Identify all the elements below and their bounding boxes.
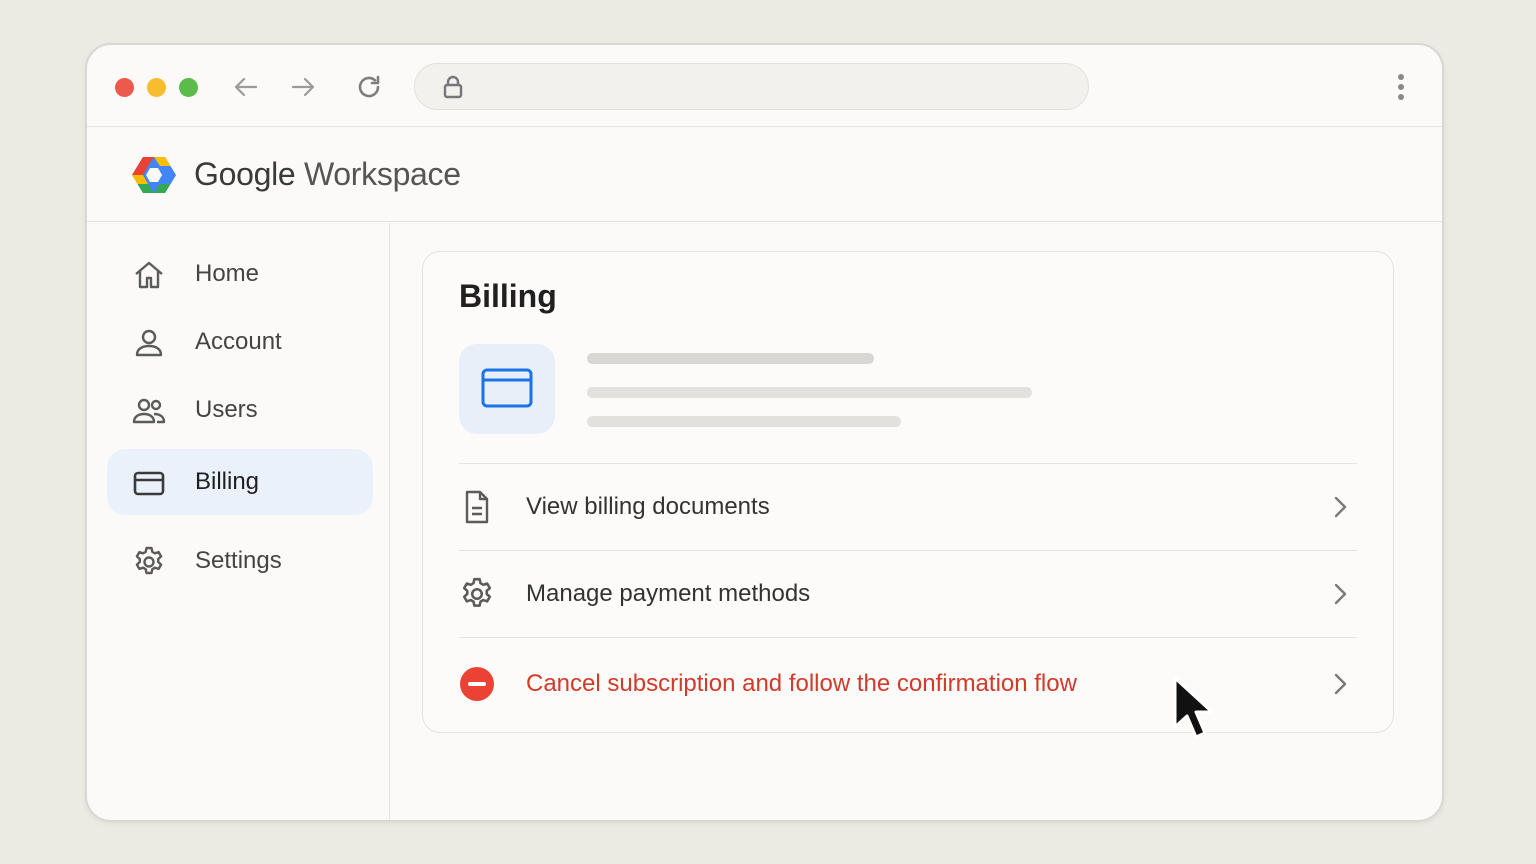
users-icon [132,394,166,428]
app-header: Google Workspace [87,128,1442,222]
row-label: View billing documents [526,493,770,520]
sidebar: Home Account Users Billing Settings [87,223,390,820]
home-icon [132,258,166,292]
skeleton-line [587,353,874,364]
skeleton-line [587,416,901,427]
chevron-right-icon [1327,671,1353,697]
sidebar-item-users[interactable]: Users [107,377,373,443]
divider [459,637,1357,638]
cancel-subscription-row[interactable]: Cancel subscription and follow the confi… [459,641,1357,727]
billing-card: Billing View billing documents Manage pa… [422,251,1394,733]
browser-toolbar [87,45,1442,127]
credit-card-icon [132,466,166,500]
sidebar-item-home[interactable]: Home [107,241,373,307]
kebab-menu-icon[interactable] [1393,71,1409,103]
brand-secondary: Workspace [303,156,461,192]
reload-icon[interactable] [353,71,385,103]
minimize-window-button[interactable] [147,78,166,97]
person-icon [132,326,166,360]
sidebar-item-account[interactable]: Account [107,309,373,375]
skeleton-line [587,387,1032,398]
browser-window: Google Workspace Home Account Users Bill… [85,43,1444,822]
arrow-left-icon[interactable] [230,71,262,103]
brand-primary: Google [194,156,296,192]
chevron-right-icon [1327,581,1353,607]
address-bar[interactable] [414,63,1089,110]
close-window-button[interactable] [115,78,134,97]
manage-payment-methods-row[interactable]: Manage payment methods [459,551,1357,637]
gear-icon [132,545,166,579]
chevron-right-icon [1327,494,1353,520]
maximize-window-button[interactable] [179,78,198,97]
sidebar-item-label: Account [195,328,282,355]
sidebar-item-settings[interactable]: Settings [107,528,373,594]
view-billing-documents-row[interactable]: View billing documents [459,464,1357,550]
page-title: Billing [459,278,557,314]
sidebar-item-billing[interactable]: Billing [107,449,373,515]
brand-name: Google Workspace [194,156,461,193]
sidebar-item-label: Settings [195,547,282,574]
mouse-pointer-icon [1173,676,1214,739]
minus-circle-icon [459,666,495,702]
arrow-right-icon[interactable] [287,71,319,103]
row-label: Manage payment methods [526,580,811,607]
sidebar-item-label: Billing [195,468,260,495]
google-workspace-logo[interactable] [132,155,176,195]
lock-icon [439,73,467,101]
gear-icon [459,576,495,612]
document-icon [459,489,495,525]
sidebar-item-label: Users [195,396,258,423]
row-label: Cancel subscription and follow the confi… [526,670,1077,697]
credit-card-icon [459,344,555,434]
sidebar-item-label: Home [195,260,260,287]
